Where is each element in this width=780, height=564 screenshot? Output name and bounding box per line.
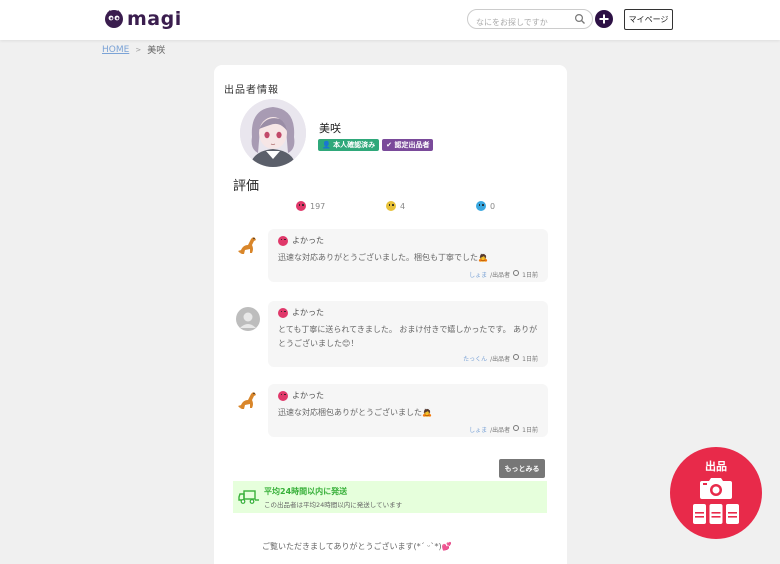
review-meta: しょま/出品者 1日前 <box>278 425 538 434</box>
search-icon[interactable] <box>574 13 586 25</box>
reviewer-link[interactable]: しょま <box>469 270 487 279</box>
reviewer-role: /出品者 <box>490 272 511 279</box>
seller-avatar-image-icon <box>240 99 306 167</box>
reviewer-link[interactable]: たっくん <box>463 354 487 363</box>
reviewer-role: /出品者 <box>490 356 511 363</box>
review-label: よかった <box>278 307 538 318</box>
good-face-icon <box>278 307 288 318</box>
review-text: とても丁寧に送られてきました。 おまけ付きで嬉しかったです。 ありがとうございま… <box>278 325 538 348</box>
review-time: 1日前 <box>522 427 538 434</box>
logo-text: magi <box>127 8 182 30</box>
review-meta: たっくん/出品者 1日前 <box>278 354 538 363</box>
good-face-icon <box>296 201 306 211</box>
logo-mark-icon <box>105 10 123 28</box>
add-listing-button[interactable] <box>595 10 613 28</box>
breadcrumb-home-link[interactable]: HOME <box>102 45 129 55</box>
badge-certified-label: 認定出品者 <box>394 141 430 149</box>
logo[interactable]: magi <box>104 9 182 29</box>
reviewer-link[interactable]: しょま <box>469 425 487 434</box>
mypage-button[interactable]: マイページ <box>624 9 673 30</box>
review-text: 迅速な対応梱包ありがとうございました🙇 <box>278 408 432 417</box>
rating-bad: 0 <box>476 201 566 211</box>
camera-icon <box>700 478 732 499</box>
badge-verified-label: 本人確認済み <box>333 141 376 149</box>
listing-fab-button[interactable]: 出品 <box>670 447 762 539</box>
normal-face-icon <box>386 201 396 211</box>
header: magi マイページ <box>0 0 780 40</box>
rating-normal-count: 4 <box>400 201 406 211</box>
fab-label: 出品 <box>705 460 727 473</box>
badge-certified: ✔ 認定出品者 <box>382 139 434 151</box>
plus-icon <box>599 14 609 24</box>
rating-good: 197 <box>296 201 386 211</box>
seller-greeting: ご覧いただきましてありがとうございます(*´ ᵕ`*)💕 <box>262 542 452 551</box>
rating-normal: 4 <box>386 201 476 211</box>
seller-badges: 👤 本人確認済み ✔ 認定出品者 <box>318 139 434 151</box>
default-user-icon <box>236 307 260 331</box>
good-face-icon <box>278 390 288 401</box>
seller-name: 美咲 <box>319 122 341 135</box>
seller-card: 出品者情報 美咲 👤 本人確認済み ✔ 認定出品者 評価 197 4 0 よかっ… <box>214 65 567 564</box>
review-bubble: よかった 迅速な対応梱包ありがとうございました🙇 しょま/出品者 1日前 <box>268 384 548 437</box>
review-label: よかった <box>278 390 538 401</box>
rating-stats: 197 4 0 <box>296 201 566 211</box>
shipping-info: 平均24時間以内に発送 この出品者は平均24時間以内に発送しています <box>233 481 547 513</box>
clock-icon <box>513 354 520 360</box>
review-text: 迅速な対応ありがとうございました。梱包も丁寧でした🙇 <box>278 253 488 262</box>
breadcrumb: HOME > 美咲 <box>102 43 166 57</box>
seller-section-title: 出品者情報 <box>224 85 279 96</box>
shipping-subtitle: この出品者は平均24時間以内に発送しています <box>264 500 403 509</box>
dinosaur-icon <box>238 237 256 254</box>
bad-face-icon <box>476 201 486 211</box>
review-time: 1日前 <box>522 356 538 363</box>
review-bubble: よかった 迅速な対応ありがとうございました。梱包も丁寧でした🙇 しょま/出品者 … <box>268 229 548 282</box>
seller-avatar <box>240 99 306 167</box>
reviewer-role: /出品者 <box>490 427 511 434</box>
review-bubble: よかった とても丁寧に送られてきました。 おまけ付きで嬉しかったです。 ありがと… <box>268 301 548 367</box>
good-face-icon <box>278 235 288 246</box>
review-meta: しょま/出品者 1日前 <box>278 270 538 279</box>
badge-verified: 👤 本人確認済み <box>318 139 380 151</box>
truck-icon <box>238 490 259 504</box>
breadcrumb-separator: > <box>135 45 142 54</box>
clock-icon <box>513 270 520 276</box>
rating-title: 評価 <box>233 179 260 194</box>
clock-icon <box>513 425 520 431</box>
review-label: よかった <box>278 235 538 246</box>
breadcrumb-current: 美咲 <box>147 46 166 56</box>
more-reviews-button[interactable]: もっとみる <box>499 459 545 478</box>
shipping-texts: 平均24時間以内に発送 この出品者は平均24時間以内に発送しています <box>264 486 402 509</box>
rating-bad-count: 0 <box>490 201 496 211</box>
rating-good-count: 197 <box>310 201 326 211</box>
review-time: 1日前 <box>522 272 538 279</box>
dinosaur-icon <box>238 392 256 409</box>
review-label-text: よかった <box>292 308 324 317</box>
review-label-text: よかった <box>292 236 324 245</box>
review-label-text: よかった <box>292 391 324 400</box>
search-input[interactable] <box>468 13 572 32</box>
search-box[interactable] <box>467 9 593 32</box>
shipping-title: 平均24時間以内に発送 <box>264 486 348 496</box>
products-icon <box>693 504 739 524</box>
